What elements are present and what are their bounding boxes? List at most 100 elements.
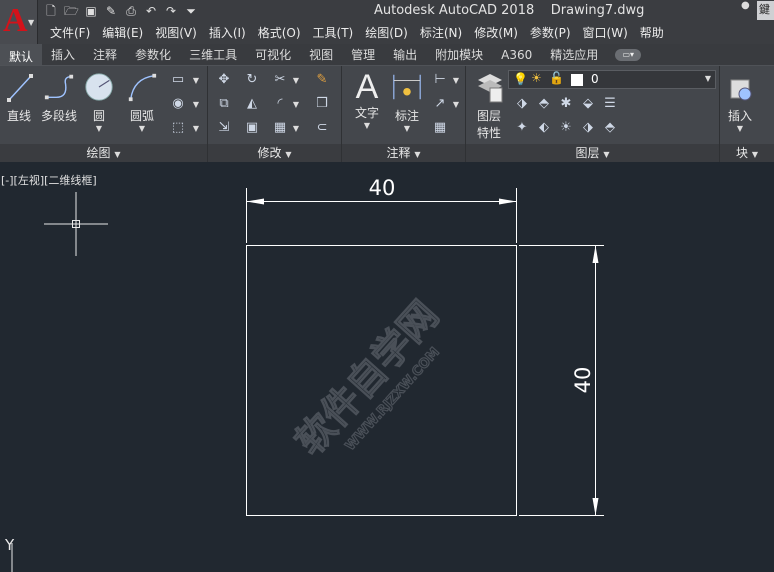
array-icon[interactable]: ▦ <box>272 120 288 136</box>
tab-a360[interactable]: A360 <box>492 44 541 65</box>
arc-tool[interactable]: 圆弧 ▼ <box>124 70 160 133</box>
panel-block-title[interactable]: 块 ▼ <box>720 144 774 162</box>
menu-parametric[interactable]: 参数(P) <box>518 23 571 43</box>
search-box[interactable]: 鍵 <box>757 1 774 20</box>
chevron-down-icon[interactable]: ▼ <box>350 121 384 130</box>
trim-icon[interactable]: ✂ <box>272 72 288 88</box>
layer-previous-icon[interactable]: ⬘ <box>536 96 552 112</box>
line-tool[interactable]: 直线 <box>4 70 34 124</box>
ribbon-toggle-icon[interactable]: ▭▾ <box>615 49 642 61</box>
tab-view[interactable]: 视图 <box>300 44 342 65</box>
chevron-down-icon[interactable]: ▼ <box>288 96 304 112</box>
menu-file[interactable]: 文件(F) <box>38 23 90 43</box>
scale-icon[interactable]: ▣ <box>244 120 260 136</box>
insert-block-label: 插入 <box>727 109 752 123</box>
chevron-down-icon[interactable]: ▼ <box>288 120 304 136</box>
menu-dimension[interactable]: 标注(N) <box>408 23 462 43</box>
panel-annotate-title[interactable]: 注释 ▼ <box>342 144 465 162</box>
panel-modify: ✥ ↻ ✂ ▼ ✎ ⧉ ◭ ◜ ▼ ❒ ⇲ ▣ ▦ ▼ ⊂ 修改 ▼ <box>208 66 342 162</box>
tab-output[interactable]: 输出 <box>384 44 426 65</box>
tab-annotate[interactable]: 注释 <box>84 44 126 65</box>
menu-modify[interactable]: 修改(M) <box>462 23 518 43</box>
copy-icon[interactable]: ⧉ <box>216 96 232 112</box>
ribbon-tabs: 默认 插入 注释 参数化 三维工具 可视化 视图 管理 输出 附加模块 A360… <box>0 44 774 66</box>
tab-manage[interactable]: 管理 <box>342 44 384 65</box>
layer-merge-icon[interactable]: ⬘ <box>602 120 618 136</box>
layer-properties-tool[interactable]: 图层 特性 <box>472 70 506 141</box>
panel-draw-title[interactable]: 绘图 ▼ <box>0 144 207 162</box>
tab-default[interactable]: 默认 <box>0 44 43 65</box>
fillet-icon[interactable]: ◜ <box>272 96 288 112</box>
menu-insert[interactable]: 插入(I) <box>197 23 246 43</box>
tab-3d-tools[interactable]: 三维工具 <box>180 44 246 65</box>
erase-icon[interactable]: ✎ <box>314 72 330 88</box>
panel-modify-title-text: 修改 <box>257 146 282 160</box>
line-icon <box>7 74 33 102</box>
panel-block-title-text: 块 <box>736 146 749 160</box>
layer-isolate-icon[interactable]: ✱ <box>558 96 574 112</box>
offset-icon[interactable]: ⊂ <box>314 120 330 136</box>
circle-tool[interactable]: 圆 ▼ <box>82 70 116 133</box>
explode-icon[interactable]: ❒ <box>314 96 330 112</box>
tab-parametric[interactable]: 参数化 <box>126 44 180 65</box>
polyline-tool[interactable]: 多段线 <box>38 70 80 124</box>
mirror-icon[interactable]: ◭ <box>244 96 260 112</box>
layer-thaw-icon[interactable]: ☀ <box>558 120 574 136</box>
crosshair-cursor <box>44 192 108 256</box>
dimension-tool[interactable]: 标注 ▼ <box>390 70 424 133</box>
menu-edit[interactable]: 编辑(E) <box>90 23 143 43</box>
layer-lock-icon[interactable]: ⬗ <box>580 120 596 136</box>
layer-properties-icon <box>478 74 503 103</box>
chevron-down-icon: ▼ <box>414 150 421 159</box>
table-icon[interactable]: ▦ <box>432 120 448 136</box>
rotate-icon[interactable]: ↻ <box>244 72 260 88</box>
chevron-down-icon[interactable]: ▼ <box>722 124 758 133</box>
layer-stack-icon[interactable]: ☰ <box>602 96 618 112</box>
circle-icon <box>85 73 113 101</box>
linear-dimension-icon[interactable]: ⊢ <box>432 72 448 88</box>
chevron-down-icon[interactable]: ▼ <box>448 72 464 88</box>
menu-help[interactable]: 帮助 <box>628 23 664 43</box>
tab-insert[interactable]: 插入 <box>42 44 84 65</box>
chevron-down-icon[interactable]: ▼ <box>82 124 116 133</box>
hatch-icon[interactable]: ◉ <box>170 96 186 112</box>
rectangle-icon[interactable]: ▭ <box>170 72 186 88</box>
chevron-down-icon[interactable]: ▼ <box>390 124 424 133</box>
chevron-down-icon[interactable]: ▼ <box>448 96 464 112</box>
chevron-down-icon[interactable]: ▼ <box>188 96 204 112</box>
text-tool[interactable]: A 文字 ▼ <box>350 70 384 130</box>
watermark: 软件自学网 WWW.RJZXW.COM <box>286 292 447 464</box>
tab-featured-apps[interactable]: 精选应用 <box>541 44 607 65</box>
vertical-dimension-text: 40 <box>571 367 595 394</box>
menu-format[interactable]: 格式(O) <box>246 23 301 43</box>
layer-unisolate-icon[interactable]: ⬙ <box>580 96 596 112</box>
menu-window[interactable]: 窗口(W) <box>571 23 628 43</box>
move-icon[interactable]: ✥ <box>216 72 232 88</box>
menu-draw[interactable]: 绘图(D) <box>353 23 408 43</box>
insert-block-tool[interactable]: 插入 ▼ <box>722 70 758 133</box>
tab-visualize[interactable]: 可视化 <box>246 44 300 65</box>
window-control-icon[interactable]: ● <box>741 0 753 18</box>
leader-icon[interactable]: ↗ <box>432 96 448 112</box>
polyline-label: 多段线 <box>40 109 77 123</box>
panel-block: 插入 ▼ 块 ▼ <box>720 66 774 162</box>
stretch-icon[interactable]: ⇲ <box>216 120 232 136</box>
menu-tools[interactable]: 工具(T) <box>301 23 354 43</box>
tab-addins[interactable]: 附加模块 <box>426 44 492 65</box>
drawing-canvas[interactable]: [-][左视][二维线框] 软件自学网 WWW.RJZXW.COM 40 40 … <box>0 163 774 572</box>
dimension-label: 标注 <box>394 109 419 123</box>
chevron-down-icon[interactable]: ▼ <box>188 120 204 136</box>
menu-view[interactable]: 视图(V) <box>143 23 197 43</box>
layer-freeze-icon[interactable]: ✦ <box>514 120 530 136</box>
chevron-down-icon[interactable]: ▼ <box>288 72 304 88</box>
chevron-down-icon[interactable]: ▼ <box>188 72 204 88</box>
panel-layers-title[interactable]: 图层 ▼ <box>466 144 719 162</box>
chevron-down-icon[interactable]: ▼ <box>124 124 160 133</box>
layer-dropdown[interactable]: 💡 ☀ 🔓 0 ▼ <box>508 70 716 89</box>
panel-modify-title[interactable]: 修改 ▼ <box>208 144 341 162</box>
panel-annotate-title-text: 注释 <box>386 146 411 160</box>
arc-label: 圆弧 <box>129 109 154 123</box>
layer-off-icon[interactable]: ⬖ <box>536 120 552 136</box>
layer-match-icon[interactable]: ⬗ <box>514 96 530 112</box>
boundary-icon[interactable]: ⬚ <box>170 120 186 136</box>
